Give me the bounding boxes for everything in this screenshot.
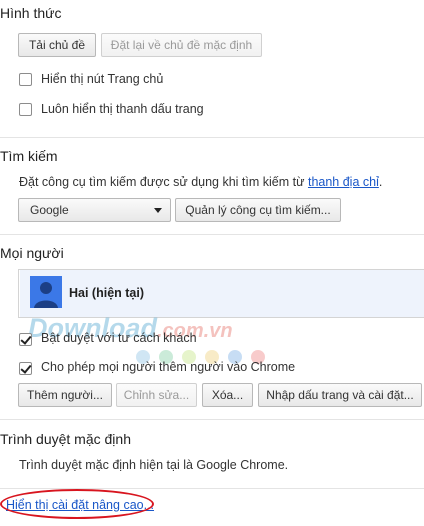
- default-browser-status: Trình duyệt mặc định hiện tại là Google …: [19, 458, 289, 472]
- show-bookmarks-checkbox[interactable]: [19, 103, 32, 116]
- show-home-checkbox[interactable]: [19, 73, 32, 86]
- reset-theme-button[interactable]: Đặt lại về chủ đề mặc định: [101, 33, 262, 57]
- search-engine-select[interactable]: Google: [18, 198, 171, 222]
- manage-search-engines-button[interactable]: Quản lý công cụ tìm kiếm...: [175, 198, 341, 222]
- divider: [0, 137, 424, 138]
- guest-browsing-checkbox[interactable]: [19, 333, 32, 346]
- search-description: Đặt công cụ tìm kiếm được sử dụng khi tì…: [19, 175, 382, 189]
- search-description-end: .: [378, 175, 383, 189]
- get-themes-button[interactable]: Tải chủ đề: [18, 33, 96, 57]
- person-icon: [34, 282, 58, 308]
- divider: [0, 234, 424, 235]
- search-engine-value: Google: [30, 203, 69, 217]
- omnibox-link[interactable]: thanh địa chỉ: [308, 175, 379, 189]
- allow-add-person-label: Cho phép mọi người thêm người vào Chrome: [41, 360, 296, 374]
- search-description-text: Đặt công cụ tìm kiếm được sử dụng khi tì…: [19, 175, 305, 189]
- guest-browsing-label: Bật duyệt với tư cách khách: [41, 331, 197, 345]
- profile-name: Hai (hiện tại): [69, 286, 145, 300]
- profile-list: Hai (hiện tại): [18, 269, 424, 318]
- import-bookmarks-button[interactable]: Nhập dấu trang và cài đặt...: [258, 383, 422, 407]
- divider: [0, 419, 424, 420]
- show-bookmarks-label: Luôn hiển thị thanh dấu trang: [41, 102, 204, 116]
- search-title: Tìm kiếm: [0, 148, 58, 164]
- profile-item-selected[interactable]: Hai (hiện tại): [20, 270, 424, 317]
- highlight-circle: [0, 489, 154, 519]
- add-person-button[interactable]: Thêm người...: [18, 383, 112, 407]
- chevron-down-icon: [154, 208, 162, 213]
- edit-person-button[interactable]: Chỉnh sửa...: [116, 383, 197, 407]
- appearance-title: Hình thức: [0, 5, 62, 21]
- allow-add-person-checkbox[interactable]: [19, 362, 32, 375]
- default-browser-title: Trình duyệt mặc định: [0, 431, 131, 447]
- show-home-label: Hiển thị nút Trang chủ: [41, 72, 164, 86]
- people-title: Mọi người: [0, 245, 64, 261]
- remove-person-button[interactable]: Xóa...: [202, 383, 253, 407]
- avatar: [30, 276, 62, 308]
